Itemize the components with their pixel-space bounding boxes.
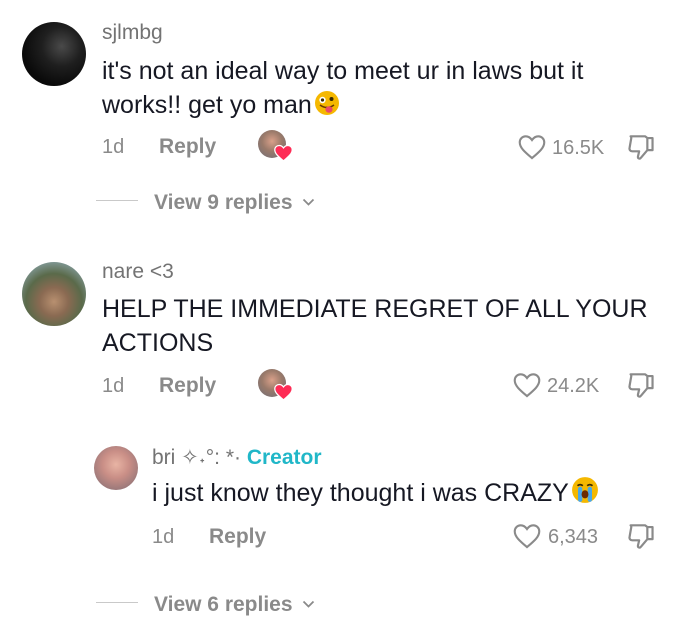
reply-text-content: i just know they thought i was CRAZY — [152, 479, 569, 507]
comment-username[interactable]: sjlmbg — [102, 21, 163, 45]
chevron-down-icon — [302, 189, 315, 213]
dislike-icon[interactable] — [627, 134, 655, 169]
reply-time: 1d — [152, 526, 175, 548]
like-heart-icon[interactable] — [513, 523, 541, 554]
creator-liked-badge — [258, 130, 294, 164]
reply-button[interactable]: Reply — [159, 374, 216, 398]
zany-face-emoji-icon — [314, 90, 340, 125]
reply-text: i just know they thought i was CRAZY — [152, 476, 662, 513]
like-count: 16.5K — [552, 137, 605, 159]
view-replies-label: View 6 replies — [154, 593, 293, 616]
like-heart-icon[interactable] — [513, 372, 541, 403]
replies-divider-line — [96, 200, 138, 201]
comment-username[interactable]: nare <3 — [102, 260, 174, 284]
avatar-bri[interactable] — [94, 446, 138, 490]
reply-username[interactable]: bri ✧˖°: *· — [152, 446, 241, 469]
like-count: 24.2K — [547, 375, 600, 397]
comment-text: HELP THE IMMEDIATE REGRET OF ALL YOUR AC… — [102, 295, 648, 357]
dislike-icon[interactable] — [627, 372, 655, 407]
reply-button[interactable]: Reply — [159, 135, 216, 159]
reply-username-row: bri ✧˖°: *· Creator — [152, 445, 322, 470]
creator-liked-badge — [258, 369, 294, 403]
loudly-crying-face-emoji-icon — [571, 476, 599, 513]
comment-time: 1d — [102, 136, 125, 158]
dislike-icon[interactable] — [627, 523, 655, 558]
avatar-nare[interactable] — [22, 262, 86, 326]
view-replies-label: View 9 replies — [154, 191, 293, 214]
heart-filled-icon — [274, 383, 293, 406]
chevron-down-icon — [302, 591, 315, 615]
like-count: 6,343 — [548, 526, 599, 548]
comment-text: it's not an ideal way to meet ur in laws… — [102, 54, 662, 125]
creator-badge: Creator — [246, 446, 322, 469]
comment-text-content: it's not an ideal way to meet ur in laws… — [102, 57, 584, 119]
view-replies-button[interactable]: View 9 replies — [154, 189, 315, 215]
comment-time: 1d — [102, 375, 125, 397]
avatar-sjlmbg[interactable] — [22, 22, 86, 86]
view-replies-button[interactable]: View 6 replies — [154, 591, 315, 617]
reply-button[interactable]: Reply — [209, 525, 266, 549]
like-heart-icon[interactable] — [518, 134, 546, 165]
replies-divider-line — [96, 602, 138, 603]
heart-filled-icon — [274, 144, 293, 167]
